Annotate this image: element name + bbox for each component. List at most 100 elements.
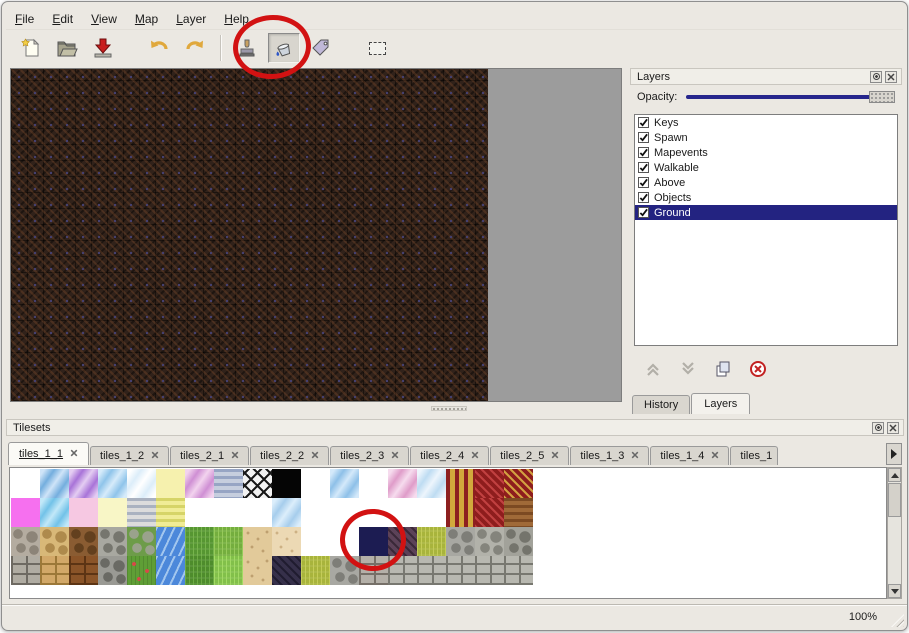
tile-swatch-r4-c13[interactable] xyxy=(359,556,388,585)
tile-swatch-r4-c4[interactable] xyxy=(98,556,127,585)
opacity-slider-handle[interactable] xyxy=(869,91,895,103)
tile-swatch-r3-c11[interactable] xyxy=(301,527,330,556)
scrollbar-thumb[interactable] xyxy=(888,483,901,517)
tile-swatch-r4-c18[interactable] xyxy=(504,556,533,585)
tile-swatch-r2-c11[interactable] xyxy=(301,498,330,527)
tile-swatch-r3-c8[interactable] xyxy=(214,527,243,556)
layer-row-ground[interactable]: Ground xyxy=(635,205,897,220)
layer-visibility-checkbox[interactable] xyxy=(638,192,649,203)
layer-visibility-checkbox[interactable] xyxy=(638,147,649,158)
tile-swatch-r3-c17[interactable] xyxy=(475,527,504,556)
tile-swatch-r2-c7[interactable] xyxy=(185,498,214,527)
open-button[interactable] xyxy=(52,33,82,63)
layer-row-walkable[interactable]: Walkable xyxy=(635,160,897,175)
tile-swatch-r1-c11[interactable] xyxy=(301,469,330,498)
horizontal-splitter[interactable] xyxy=(10,404,622,413)
new-file-button[interactable] xyxy=(16,33,46,63)
tab-close-icon[interactable] xyxy=(551,450,559,462)
tile-swatch-r4-c15[interactable] xyxy=(417,556,446,585)
layer-visibility-checkbox[interactable] xyxy=(638,117,649,128)
tile-swatch-r2-c6[interactable] xyxy=(156,498,185,527)
tile-swatch-r4-c3[interactable] xyxy=(69,556,98,585)
stamp-tool-button[interactable] xyxy=(232,33,262,63)
fill-bucket-tool-button[interactable] xyxy=(268,33,300,63)
rect-select-tool-button[interactable] xyxy=(362,33,392,63)
tile-swatch-r2-c10[interactable] xyxy=(272,498,301,527)
tileset-tab-tiles_2_1[interactable]: tiles_2_1 xyxy=(170,446,249,465)
vertical-splitter[interactable] xyxy=(623,68,629,402)
menu-view[interactable]: View xyxy=(82,10,126,28)
tile-swatch-r1-c8[interactable] xyxy=(214,469,243,498)
tile-swatch-r2-c4[interactable] xyxy=(98,498,127,527)
tile-swatch-r2-c5[interactable] xyxy=(127,498,156,527)
duplicate-layer-button[interactable] xyxy=(712,359,734,379)
tileset-tab-tiles_1_4[interactable]: tiles_1_4 xyxy=(650,446,729,465)
tile-swatch-r2-c8[interactable] xyxy=(214,498,243,527)
layer-row-objects[interactable]: Objects xyxy=(635,190,897,205)
tile-swatch-r1-c5[interactable] xyxy=(127,469,156,498)
tab-close-icon[interactable] xyxy=(391,450,399,462)
scrollbar-up-button[interactable] xyxy=(888,468,901,482)
panel-tab-history[interactable]: History xyxy=(632,395,690,414)
layer-row-mapevents[interactable]: Mapevents xyxy=(635,145,897,160)
tile-swatch-r1-c14[interactable] xyxy=(388,469,417,498)
tile-swatch-r2-c1[interactable] xyxy=(11,498,40,527)
close-panel-button[interactable] xyxy=(885,71,897,83)
tile-swatch-r4-c17[interactable] xyxy=(475,556,504,585)
tileset-tab-tiles_1_3[interactable]: tiles_1_3 xyxy=(570,446,649,465)
tile-swatch-r4-c1[interactable] xyxy=(11,556,40,585)
redo-button[interactable] xyxy=(180,33,210,63)
tile-swatch-r1-c13[interactable] xyxy=(359,469,388,498)
tileset-tab-tiles_2_2[interactable]: tiles_2_2 xyxy=(250,446,329,465)
tile-swatch-r2-c18[interactable] xyxy=(504,498,533,527)
map-canvas-viewport[interactable] xyxy=(10,68,622,402)
tile-swatch-r3-c4[interactable] xyxy=(98,527,127,556)
menu-file[interactable]: File xyxy=(6,10,43,28)
tile-swatch-r3-c15[interactable] xyxy=(417,527,446,556)
tile-swatch-r1-c9[interactable] xyxy=(243,469,272,498)
eraser-tool-button[interactable] xyxy=(306,33,336,63)
tile-swatch-r3-c5[interactable] xyxy=(127,527,156,556)
layer-row-above[interactable]: Above xyxy=(635,175,897,190)
close-panel-button[interactable] xyxy=(887,422,899,434)
tile-swatch-r1-c12[interactable] xyxy=(330,469,359,498)
tile-swatch-r3-c9[interactable] xyxy=(243,527,272,556)
tile-swatch-r2-c12[interactable] xyxy=(330,498,359,527)
tileset-tab-tiles_1[interactable]: tiles_1 xyxy=(730,446,778,465)
tile-swatch-r4-c9[interactable] xyxy=(243,556,272,585)
tileset-tab-tiles_2_3[interactable]: tiles_2_3 xyxy=(330,446,409,465)
tile-swatch-r4-c2[interactable] xyxy=(40,556,69,585)
tile-swatch-r3-c6[interactable] xyxy=(156,527,185,556)
tile-swatch-r1-c4[interactable] xyxy=(98,469,127,498)
delete-layer-button[interactable] xyxy=(747,359,769,379)
tile-swatch-r1-c10[interactable] xyxy=(272,469,301,498)
tile-swatch-r3-c18[interactable] xyxy=(504,527,533,556)
tile-swatch-r2-c2[interactable] xyxy=(40,498,69,527)
layer-row-spawn[interactable]: Spawn xyxy=(635,130,897,145)
tile-swatch-r1-c17[interactable] xyxy=(475,469,504,498)
raise-layer-button[interactable] xyxy=(642,359,664,379)
tile-swatch-r1-c15[interactable] xyxy=(417,469,446,498)
menu-help[interactable]: Help xyxy=(215,10,258,28)
tile-swatch-r2-c17[interactable] xyxy=(475,498,504,527)
tile-swatch-r2-c9[interactable] xyxy=(243,498,272,527)
layer-visibility-checkbox[interactable] xyxy=(638,132,649,143)
layer-row-keys[interactable]: Keys xyxy=(635,115,897,130)
tab-close-icon[interactable] xyxy=(471,450,479,462)
tile-swatch-r4-c7[interactable] xyxy=(185,556,214,585)
tile-swatch-r1-c1[interactable] xyxy=(11,469,40,498)
opacity-slider[interactable] xyxy=(686,90,895,104)
menu-edit[interactable]: Edit xyxy=(43,10,82,28)
tile-swatch-r2-c13[interactable] xyxy=(359,498,388,527)
tile-swatch-r4-c5[interactable] xyxy=(127,556,156,585)
tileset-tabs-scroll-right-button[interactable] xyxy=(886,443,902,465)
tile-swatch-r3-c12[interactable] xyxy=(330,527,359,556)
tile-swatch-r4-c11[interactable] xyxy=(301,556,330,585)
tab-close-icon[interactable] xyxy=(151,450,159,462)
tile-swatch-r2-c15[interactable] xyxy=(417,498,446,527)
tile-swatch-r4-c14[interactable] xyxy=(388,556,417,585)
layer-visibility-checkbox[interactable] xyxy=(638,162,649,173)
palette-vertical-scrollbar[interactable] xyxy=(887,467,902,599)
menu-map[interactable]: Map xyxy=(126,10,167,28)
tile-swatch-r1-c16[interactable] xyxy=(446,469,475,498)
